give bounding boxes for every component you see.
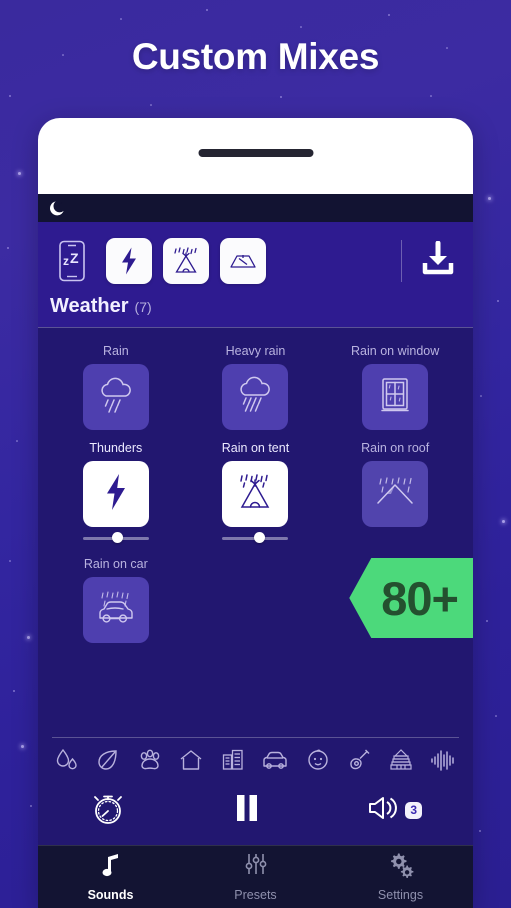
- slider-thumb[interactable]: [253, 532, 265, 543]
- promo-title: Custom Mixes: [131, 36, 380, 77]
- rain-cloud-icon: [95, 374, 137, 421]
- sound-label: Rain on window: [351, 344, 440, 358]
- temple-icon[interactable]: [388, 747, 414, 773]
- sound-cell-rain-on-window[interactable]: Rain on window: [325, 338, 465, 430]
- waveform-icon[interactable]: [429, 747, 457, 773]
- stopwatch-icon: [89, 788, 127, 833]
- page-title: Weather: [50, 295, 129, 317]
- leaf-icon[interactable]: [95, 747, 121, 773]
- category-strip: [52, 737, 459, 780]
- nav-item-presets[interactable]: Presets: [183, 846, 328, 908]
- nav-label: Settings: [377, 888, 424, 902]
- header-divider: [401, 240, 402, 282]
- guitar-icon[interactable]: [346, 747, 372, 773]
- phone-mockup: z z z Z Weather (7) Rain Heavy rain Rain…: [38, 118, 473, 908]
- sound-cell-rain-on-roof[interactable]: Rain on roof: [325, 435, 465, 546]
- sound-label: Rain: [102, 344, 129, 358]
- rain-on-roof-icon: [372, 474, 418, 515]
- nav-item-sounds[interactable]: Sounds: [38, 846, 183, 908]
- nav-label: Presets: [234, 888, 277, 902]
- svg-text:z: z: [61, 201, 63, 205]
- thunder-icon: [102, 472, 130, 517]
- slider-thumb[interactable]: [111, 532, 123, 543]
- pause-icon: [229, 790, 265, 831]
- quick-action-phone-sleep[interactable]: z Z: [49, 238, 95, 284]
- volume-slider-rain-on-tent[interactable]: [222, 530, 289, 546]
- svg-text:z: z: [63, 254, 69, 268]
- promo-badge-80plus: 80+: [349, 558, 473, 638]
- volume-count-badge: 3: [405, 802, 423, 819]
- play-pause-button[interactable]: [229, 790, 265, 831]
- sound-tile[interactable]: [82, 577, 149, 643]
- sound-label: Heavy rain: [225, 344, 286, 358]
- app-header: z Z Weather (7): [38, 222, 473, 327]
- sound-tile[interactable]: [82, 461, 149, 527]
- paw-icon[interactable]: [137, 747, 163, 773]
- city-icon[interactable]: [220, 747, 246, 773]
- speaker-icon: [366, 792, 400, 829]
- water-drops-icon[interactable]: [54, 747, 80, 773]
- sound-tile[interactable]: [362, 364, 429, 430]
- sound-grid-area: Rain Heavy rain Rain on window Thunders …: [38, 327, 473, 737]
- nav-item-settings[interactable]: Settings: [328, 846, 473, 908]
- sliders-icon: [244, 852, 268, 883]
- gears-icon: [388, 852, 414, 883]
- sound-tile[interactable]: [222, 364, 289, 430]
- phone-earpiece: [198, 149, 313, 157]
- sound-label: Rain on tent: [221, 441, 290, 455]
- quick-action-row: z Z: [38, 231, 473, 291]
- volume-button[interactable]: 3: [366, 792, 423, 829]
- sound-tile[interactable]: [222, 461, 289, 527]
- download-button[interactable]: [418, 239, 458, 283]
- quick-action-rain-on-roof[interactable]: [220, 238, 266, 284]
- sound-tile[interactable]: [82, 364, 149, 430]
- sound-cell-heavy-rain[interactable]: Heavy rain: [186, 338, 326, 430]
- sound-cell-thunders[interactable]: Thunders: [46, 435, 186, 546]
- rain-on-window-icon: [376, 375, 414, 420]
- quick-action-rain-on-tent[interactable]: [163, 238, 209, 284]
- promo-badge-label: 80+: [381, 571, 459, 625]
- section-count: (7): [134, 299, 152, 315]
- volume-slider-thunders[interactable]: [82, 530, 149, 546]
- sound-tile[interactable]: [362, 461, 429, 527]
- section-header: Weather (7): [38, 291, 473, 327]
- rain-on-car-icon: [93, 588, 139, 633]
- moon-sleep-icon: z z: [47, 198, 67, 218]
- heavy-rain-cloud-icon: [234, 374, 276, 421]
- svg-text:Z: Z: [70, 250, 79, 266]
- bottom-navigation: Sounds Presets Settings: [38, 845, 473, 908]
- rain-on-tent-icon: [233, 470, 277, 519]
- sound-label: Thunders: [89, 441, 143, 455]
- nav-label: Sounds: [87, 888, 134, 902]
- download-icon: [421, 240, 455, 282]
- baby-icon[interactable]: [305, 747, 331, 773]
- app-screen: z z z Z Weather (7) Rain Heavy rain Rain…: [38, 194, 473, 908]
- timer-button[interactable]: [89, 788, 127, 833]
- sound-cell-rain-on-tent[interactable]: Rain on tent: [186, 435, 326, 546]
- status-bar: z z: [38, 194, 473, 222]
- sound-cell-rain[interactable]: Rain: [46, 338, 186, 430]
- sound-cell-rain-on-car[interactable]: Rain on car: [46, 551, 186, 643]
- car-icon[interactable]: [261, 747, 289, 773]
- home-icon[interactable]: [178, 747, 204, 773]
- music-note-icon: [99, 852, 123, 883]
- quick-action-thunder[interactable]: [106, 238, 152, 284]
- sound-label: Rain on roof: [361, 441, 430, 455]
- sound-label: Rain on car: [83, 557, 148, 571]
- transport-controls: 3: [38, 780, 473, 845]
